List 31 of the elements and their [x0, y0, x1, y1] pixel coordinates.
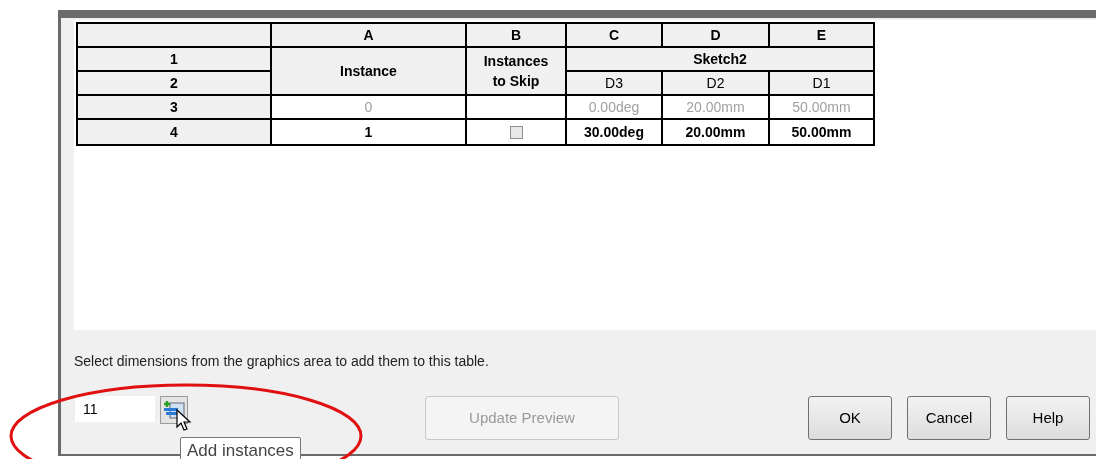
dialog-button[interactable]: Cancel — [907, 396, 991, 440]
table-cell: 0 — [271, 95, 466, 119]
column-header: B — [466, 23, 566, 47]
table-cell: 30.00deg — [566, 119, 662, 145]
table-cell: 0.00deg — [566, 95, 662, 119]
cursor-icon — [176, 409, 192, 431]
column-header: A — [271, 23, 466, 47]
row-header: 3 — [77, 95, 271, 119]
dimension-header: D2 — [662, 71, 769, 95]
column-header: E — [769, 23, 874, 47]
hint-text: Select dimensions from the graphics area to add them to this table. — [74, 352, 490, 371]
tooltip: Add instances — [180, 437, 301, 459]
group-header: Sketch2 — [566, 47, 874, 71]
row-header: 1 — [77, 47, 271, 71]
dialog-button[interactable]: OK — [808, 396, 892, 440]
column-title: Instance — [271, 47, 466, 95]
table-cell: 50.00mm — [769, 119, 874, 145]
table-cell: 50.00mm — [769, 95, 874, 119]
column-title: Instances to Skip — [466, 47, 566, 95]
row-header: 2 — [77, 71, 271, 95]
row-header: 4 — [77, 119, 271, 145]
instance-count-field[interactable]: 11 — [75, 396, 155, 422]
column-header: D — [662, 23, 769, 47]
dimension-header: D3 — [566, 71, 662, 95]
skip-checkbox[interactable] — [509, 126, 523, 140]
column-header: C — [566, 23, 662, 47]
dimension-header: D1 — [769, 71, 874, 95]
table-cell: 20.00mm — [662, 119, 769, 145]
table-cell: 1 — [271, 119, 466, 145]
dialog-button[interactable]: Help — [1006, 396, 1090, 440]
table-cell: 20.00mm — [662, 95, 769, 119]
